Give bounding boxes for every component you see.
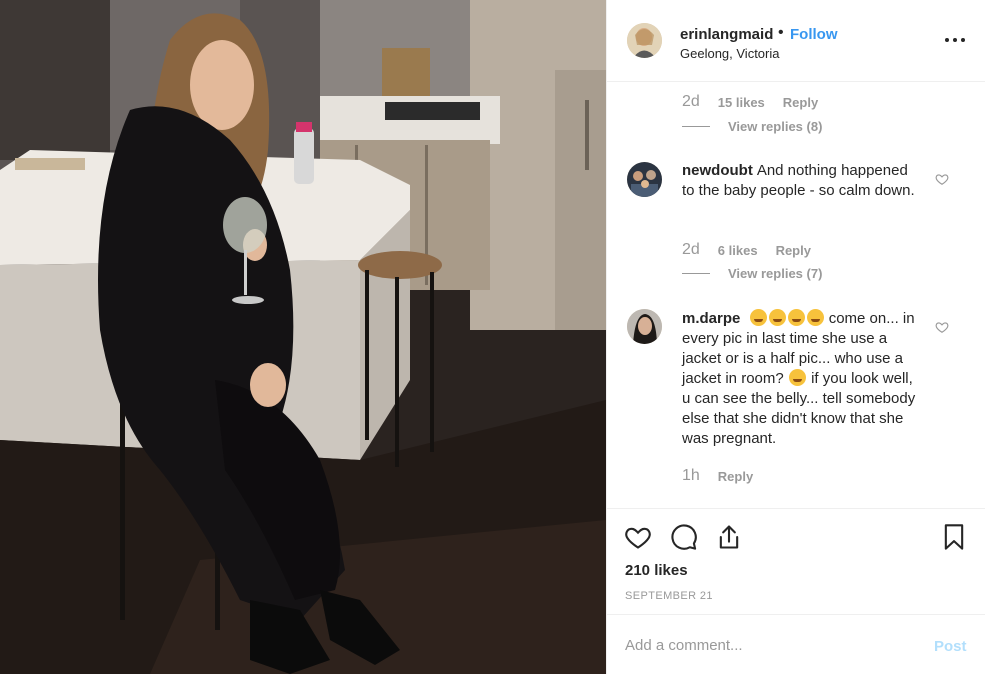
rofl-emoji-icon [806,309,824,326]
view-replies-line [682,126,710,127]
more-options-icon[interactable] [943,30,967,50]
comment-likes[interactable]: 6 likes [718,243,758,258]
comment-meta: 2d 6 likes Reply [682,241,811,259]
share-icon[interactable] [715,523,743,551]
thinking-emoji-icon [788,369,806,386]
comment-time: 2d [682,93,700,110]
like-comment-heart-icon[interactable] [935,172,949,186]
comment-time: 2d [682,241,700,258]
commenter-avatar[interactable] [627,309,662,344]
comment-meta: 2d 15 likes Reply [682,93,818,111]
add-comment-bar: Post [607,614,985,674]
author-username[interactable]: erinlangmaid [680,26,773,43]
follow-button[interactable]: Follow [790,26,838,43]
author-avatar[interactable] [627,23,662,58]
commenter-avatar-image [627,162,662,197]
comment-likes[interactable]: 15 likes [718,95,765,110]
rofl-emoji-icon [787,309,805,326]
comment-meta: 1h Reply [682,467,753,485]
comment-text: m.darpe come on... in every pic in last … [682,309,917,449]
heart-icon[interactable] [624,523,652,551]
comments-list[interactable]: 2d 15 likes Reply View replies (8) newdo… [607,83,985,507]
rofl-emoji-icon [768,309,786,326]
post-location[interactable]: Geelong, Victoria [680,46,780,61]
comment-text: newdoubt And nothing happened to the baby… [682,161,917,201]
post-date: SEPTEMBER 21 [625,590,713,602]
commenter-username[interactable]: newdoubt [682,162,753,179]
like-comment-heart-icon[interactable] [935,320,949,334]
commenter-avatar[interactable] [627,162,662,197]
view-replies-button[interactable]: View replies (7) [682,266,822,281]
bookmark-icon[interactable] [940,523,968,551]
reply-button[interactable]: Reply [718,469,753,484]
rofl-emoji-icon [749,309,767,326]
view-replies-label: View replies (8) [728,119,823,134]
reply-button[interactable]: Reply [783,95,818,110]
separator-dot: • [778,24,784,41]
commenter-avatar-image [627,309,662,344]
author-avatar-image [627,23,662,58]
comment-time: 1h [682,467,700,484]
photo-kitchen-scene [0,0,606,674]
post-photo [0,0,606,674]
post-sidebar: erinlangmaid • Follow Geelong, Victoria … [606,0,985,674]
post-comment-button[interactable]: Post [934,638,967,655]
comment-input[interactable] [625,633,915,657]
view-replies-line [682,273,710,274]
post-actions: 210 likes SEPTEMBER 21 [607,508,985,614]
commenter-username[interactable]: m.darpe [682,310,740,327]
view-replies-button[interactable]: View replies (8) [682,119,822,134]
reply-button[interactable]: Reply [776,243,811,258]
likes-count[interactable]: 210 likes [625,562,688,579]
view-replies-label: View replies (7) [728,266,823,281]
comment-icon[interactable] [670,523,698,551]
post-header: erinlangmaid • Follow Geelong, Victoria [607,0,985,82]
